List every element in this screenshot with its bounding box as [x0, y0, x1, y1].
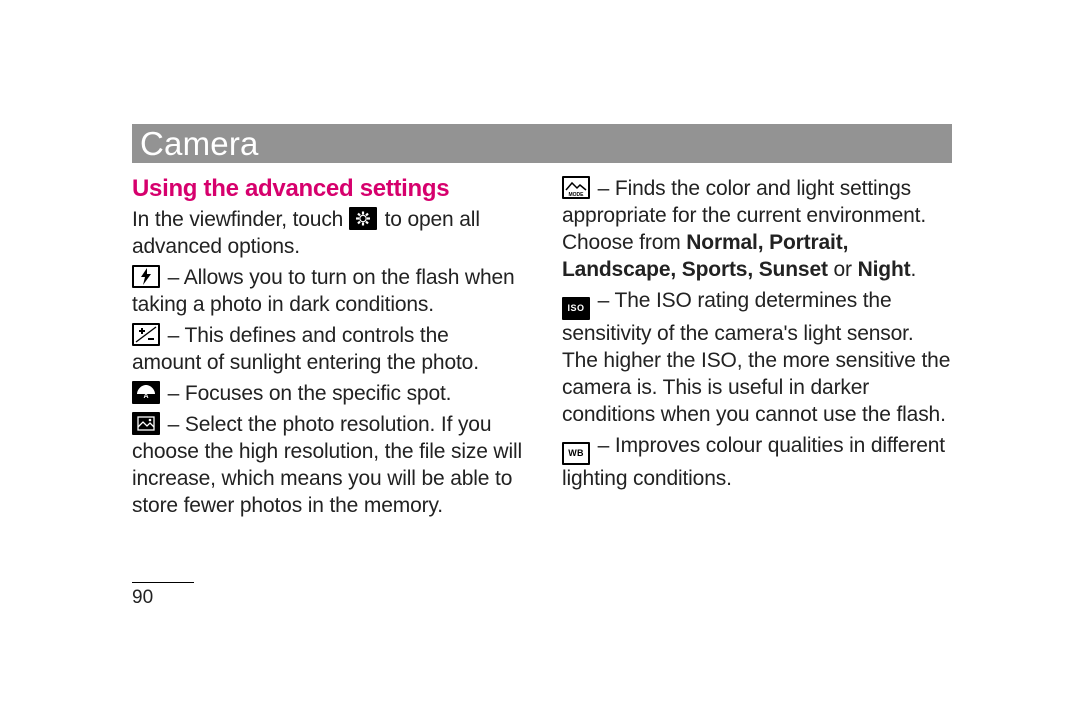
- focus-paragraph: A – Focuses on the specific spot.: [132, 380, 522, 407]
- gear-icon: [349, 207, 377, 230]
- exposure-text: – This defines and controls the amount o…: [132, 324, 479, 374]
- white-balance-icon: WB: [562, 442, 590, 465]
- focus-mode-icon: A: [132, 381, 160, 404]
- flash-text: – Allows you to turn on the flash when t…: [132, 266, 515, 316]
- focus-text: – Focuses on the specific spot.: [162, 382, 451, 405]
- left-column: Using the advanced settings In the viewf…: [132, 175, 522, 523]
- resolution-text: – Select the photo resolution. If you ch…: [132, 413, 522, 517]
- section-title-bar: Camera: [132, 124, 952, 163]
- mode-or: or: [828, 258, 858, 281]
- image-size-icon: [132, 412, 160, 435]
- two-column-body: Using the advanced settings In the viewf…: [132, 175, 952, 523]
- iso-paragraph: ISO – The ISO rating determines the sens…: [562, 287, 952, 428]
- subheading: Using the advanced settings: [132, 175, 522, 202]
- exposure-paragraph: – This defines and controls the amount o…: [132, 322, 522, 376]
- right-column: MODE – Finds the color and light setting…: [562, 175, 952, 523]
- iso-text: – The ISO rating determines the sensitiv…: [562, 289, 950, 426]
- wb-text: – Improves colour qualities in different…: [562, 434, 945, 490]
- manual-page: Camera Using the advanced settings In th…: [132, 124, 952, 523]
- svg-text:A: A: [144, 393, 149, 400]
- intro-paragraph: In the viewfinder, touch to open all adv…: [132, 206, 522, 260]
- scene-mode-paragraph: MODE – Finds the color and light setting…: [562, 175, 952, 283]
- exposure-icon: [132, 323, 160, 346]
- resolution-paragraph: – Select the photo resolution. If you ch…: [132, 411, 522, 519]
- mode-icon-label: MODE: [564, 193, 588, 198]
- flash-paragraph: – Allows you to turn on the flash when t…: [132, 264, 522, 318]
- scene-mode-icon: MODE: [562, 176, 590, 199]
- mode-end: .: [910, 258, 916, 281]
- iso-icon: ISO: [562, 297, 590, 320]
- mode-option-last: Night: [858, 258, 911, 281]
- intro-text-before: In the viewfinder, touch: [132, 208, 349, 231]
- white-balance-paragraph: WB – Improves colour qualities in differ…: [562, 432, 952, 492]
- page-number: 90: [132, 582, 194, 609]
- flash-icon: [132, 265, 160, 288]
